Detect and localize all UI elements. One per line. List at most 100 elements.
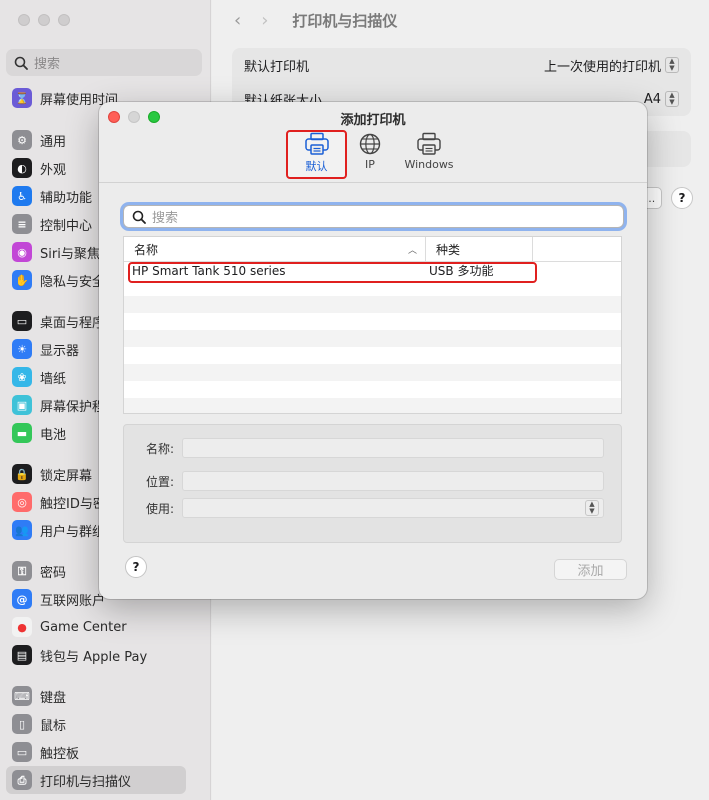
accessibility-icon: ♿ — [12, 186, 32, 206]
sidebar-item-label: 电池 — [40, 427, 67, 443]
default-printer-row: 默认打印机 上一次使用的打印机 ▲ ▼ — [232, 48, 691, 82]
add-printer-dialog: 添加打印机 默认 IP Windows 搜索 名称 ︿ 种类 HP Smart … — [99, 102, 647, 599]
selected-row-highlight — [128, 262, 537, 283]
table-row[interactable] — [124, 398, 621, 413]
close-window-button[interactable] — [18, 14, 30, 26]
tab-ip[interactable]: IP — [355, 132, 385, 178]
hourglass-icon: ⌛ — [12, 88, 32, 108]
default-printer-label: 默认打印机 — [244, 59, 310, 75]
column-header-kind[interactable]: 种类 — [425, 237, 532, 261]
page-title: 打印机与扫描仪 — [292, 12, 398, 30]
windows-printer-icon — [417, 132, 441, 155]
siri-icon: ◉ — [12, 242, 32, 262]
game-center-icon: ● — [12, 617, 32, 637]
tab-ip-label: IP — [365, 158, 375, 171]
default-printer-value: 上一次使用的打印机 — [543, 59, 661, 75]
appearance-icon: ◐ — [12, 158, 32, 178]
printer-search-input[interactable]: 搜索 — [123, 205, 624, 228]
control-center-icon: ≡ — [12, 214, 32, 234]
dialog-titlebar: 添加打印机 — [99, 102, 647, 130]
tab-default[interactable]: 默认 — [295, 132, 338, 178]
dock-icon: ▭ — [12, 311, 32, 331]
hand-icon: ✋ — [12, 270, 32, 290]
at-icon: @ — [12, 589, 32, 609]
sidebar-item-label: 外观 — [40, 162, 67, 178]
info-use-row: 使用: ▲ ▼ — [124, 498, 621, 518]
info-location-field[interactable] — [182, 471, 604, 491]
sidebar-item-label: 密码 — [40, 565, 67, 581]
column-header-kind-label: 种类 — [436, 242, 461, 257]
globe-icon — [359, 133, 381, 155]
sidebar-item[interactable]: ● Game Center — [6, 613, 186, 641]
table-row[interactable] — [124, 296, 621, 313]
toolbar: ‹ › 打印机与扫描仪 — [234, 10, 397, 31]
wallet-icon: ▤ — [12, 645, 32, 665]
sidebar-item[interactable]: ⌨ 键盘 — [6, 682, 186, 710]
printer-info-panel: 名称: 位置: 使用: ▲ ▼ — [123, 424, 622, 543]
table-row[interactable] — [124, 330, 621, 347]
sidebar-item-label: 锁定屏幕 — [40, 468, 93, 484]
minimize-window-button[interactable] — [38, 14, 50, 26]
sidebar-item[interactable]: ▭ 触控板 — [6, 738, 186, 766]
sidebar-item-label: 显示器 — [40, 343, 80, 359]
add-button[interactable]: 添加 — [554, 559, 627, 580]
lock-icon: 🔒 — [12, 464, 32, 484]
sidebar-item-label: 辅助功能 — [40, 190, 93, 206]
help-button[interactable]: ? — [671, 187, 693, 209]
sidebar-item-label: 互联网账户 — [40, 593, 106, 609]
sidebar-item[interactable]: ⎙ 打印机与扫描仪 — [6, 766, 186, 794]
info-location-row: 位置: — [124, 471, 621, 491]
sidebar-item-label: 触控板 — [40, 746, 80, 762]
back-chevron-icon[interactable]: ‹ — [234, 10, 241, 31]
updown-chevron-icon: ▲ ▼ — [665, 91, 679, 107]
table-row[interactable] — [124, 381, 621, 398]
paper-size-select[interactable]: A4 ▲ ▼ — [644, 91, 679, 107]
window-controls — [18, 14, 70, 26]
battery-icon: ▬ — [12, 423, 32, 443]
users-icon: 👥 — [12, 520, 32, 540]
sidebar-item-label: 打印机与扫描仪 — [40, 774, 132, 790]
sidebar-search-placeholder: 搜索 — [34, 57, 61, 72]
sidebar-item-label: 鼠标 — [40, 718, 67, 734]
tab-windows-label: Windows — [404, 158, 454, 171]
dialog-title: 添加打印机 — [340, 113, 406, 128]
forward-chevron-icon[interactable]: › — [261, 10, 268, 31]
mouse-icon: ▯ — [12, 714, 32, 734]
sidebar-item-label: 用户与群组 — [40, 524, 106, 540]
printer-icon — [304, 132, 329, 155]
zoom-window-button[interactable] — [58, 14, 70, 26]
column-header-name-label: 名称 — [134, 242, 159, 257]
screensaver-icon: ▣ — [12, 395, 32, 415]
sidebar-item-label: 钱包与 Apple Pay — [40, 649, 148, 665]
search-icon — [132, 210, 146, 224]
default-printer-select[interactable]: 上一次使用的打印机 ▲ ▼ — [544, 56, 679, 75]
gear-icon: ⚙ — [12, 130, 32, 150]
info-location-label: 位置: — [145, 474, 174, 489]
sidebar-item-label: 键盘 — [40, 690, 67, 706]
table-header: 名称 ︿ 种类 — [124, 237, 621, 262]
info-use-select[interactable]: ▲ ▼ — [182, 498, 604, 518]
table-row[interactable] — [124, 347, 621, 364]
printer-icon: ⎙ — [12, 770, 32, 790]
column-header-empty — [532, 237, 621, 261]
tab-windows[interactable]: Windows — [401, 132, 457, 178]
updown-chevron-icon: ▲ ▼ — [665, 57, 679, 73]
table-row[interactable] — [124, 313, 621, 330]
dialog-help-button[interactable]: ? — [125, 556, 147, 578]
sidebar-item-label: Game Center — [40, 619, 127, 635]
sidebar-item[interactable]: ▤ 钱包与 Apple Pay — [6, 641, 186, 669]
sidebar-search[interactable]: 搜索 — [6, 49, 202, 76]
sidebar-item[interactable]: ▯ 鼠标 — [6, 710, 186, 738]
column-header-name[interactable]: 名称 ︿ — [124, 237, 425, 261]
search-icon — [14, 56, 28, 70]
tab-default-label: 默认 — [305, 160, 328, 173]
wallpaper-icon: ❀ — [12, 367, 32, 387]
info-name-field[interactable] — [182, 438, 604, 458]
trackpad-icon: ▭ — [12, 742, 32, 762]
printer-search-placeholder: 搜索 — [152, 211, 179, 226]
info-use-label: 使用: — [145, 501, 174, 516]
table-row[interactable] — [124, 364, 621, 381]
info-name-label: 名称: — [145, 441, 174, 456]
keyboard-icon: ⌨ — [12, 686, 32, 706]
toolbar-divider — [99, 182, 647, 183]
